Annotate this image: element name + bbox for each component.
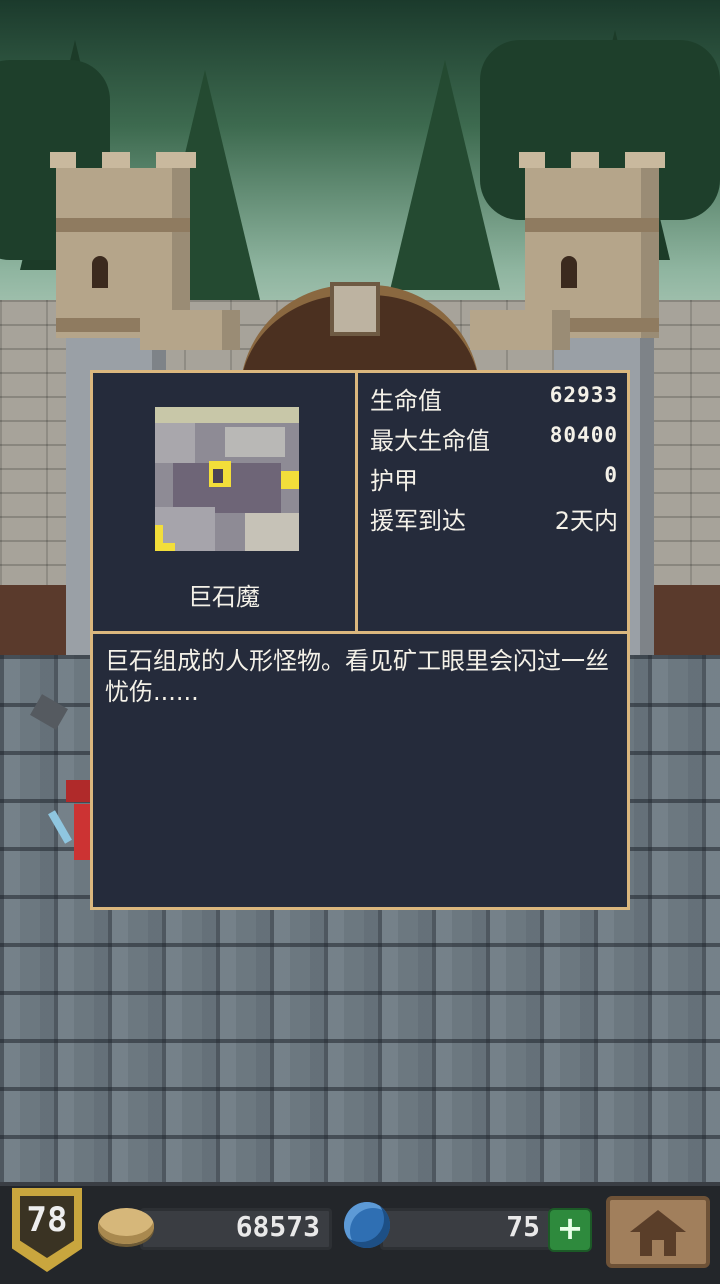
player-level: 78 [26, 1200, 68, 1240]
stat-label: 援军到达 [370, 507, 466, 535]
stat-row-hp: 生命值 62933 [370, 381, 618, 417]
monster-portrait [155, 407, 299, 551]
stat-value: 0 [604, 463, 618, 487]
miner-hero [48, 780, 92, 860]
gem-amount: 75 [506, 1210, 540, 1243]
gold-amount: 68573 [235, 1210, 320, 1243]
home-icon [630, 1210, 686, 1232]
portrait-panel: 巨石魔 [90, 370, 358, 634]
stat-value: 2天内 [554, 507, 618, 535]
stat-row-armor: 护甲 0 [370, 461, 618, 497]
stats-panel: 生命值 62933 最大生命值 80400 护甲 0 援军到达 2天内 [355, 370, 630, 634]
monster-info-dialog: 巨石魔 生命值 62933 最大生命值 80400 护甲 0 援军到达 2天内 … [90, 370, 630, 910]
stat-row-reinforcements: 援军到达 2天内 [370, 501, 618, 537]
gate-crest [330, 282, 380, 336]
gem-icon [344, 1202, 390, 1248]
coin-icon [98, 1208, 154, 1244]
left-inner-tower [140, 310, 240, 350]
home-button[interactable] [606, 1196, 710, 1268]
stat-row-max-hp: 最大生命值 80400 [370, 421, 618, 457]
monster-description: 巨石组成的人形怪物。看见矿工眼里会闪过一丝忧伤...... [105, 647, 609, 706]
add-gems-button[interactable]: + [548, 1208, 592, 1252]
stat-label: 护甲 [370, 467, 418, 495]
stat-value: 62933 [549, 383, 618, 407]
stat-label: 生命值 [370, 387, 442, 415]
description-panel: 巨石组成的人形怪物。看见矿工眼里会闪过一丝忧伤...... [90, 631, 630, 910]
stat-value: 80400 [549, 423, 618, 447]
monster-name: 巨石魔 [188, 583, 260, 611]
right-inner-tower [470, 310, 570, 350]
stat-label: 最大生命值 [370, 427, 490, 455]
